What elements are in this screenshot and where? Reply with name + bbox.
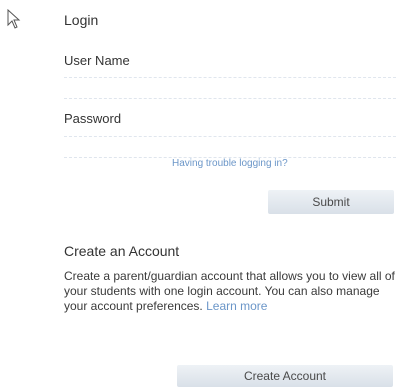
create-account-description: Create a parent/guardian account that al… [64, 269, 400, 314]
password-input[interactable] [64, 136, 396, 158]
username-label: User Name [64, 53, 130, 68]
mouse-cursor-icon [7, 9, 21, 29]
create-account-button[interactable]: Create Account [177, 365, 393, 387]
submit-button[interactable]: Submit [268, 190, 394, 214]
password-label: Password [64, 111, 122, 126]
learn-more-link[interactable]: Learn more [206, 299, 267, 313]
username-input[interactable] [64, 77, 396, 99]
trouble-logging-in-link[interactable]: Having trouble logging in? [172, 158, 288, 169]
login-heading: Login [64, 12, 99, 28]
create-account-heading: Create an Account [64, 243, 180, 259]
